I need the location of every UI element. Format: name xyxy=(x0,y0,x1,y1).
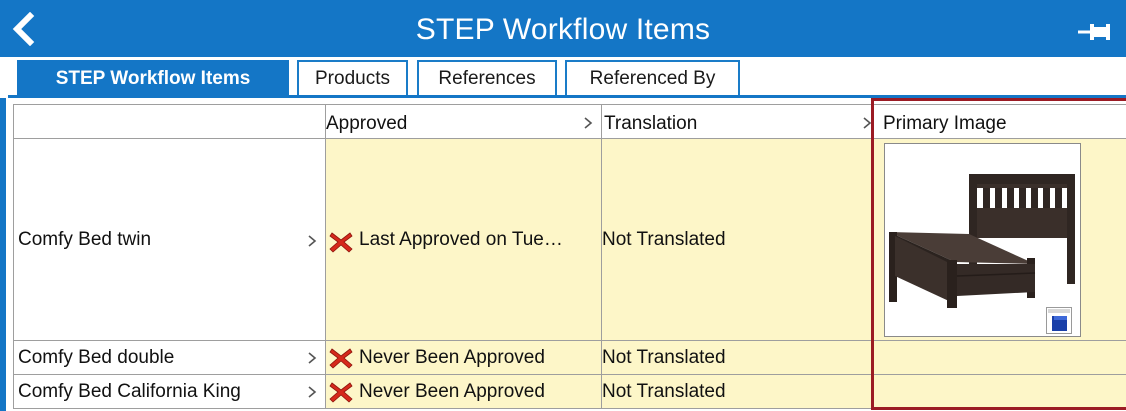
error-x-icon xyxy=(329,348,353,369)
translation-cell[interactable]: Not Translated xyxy=(602,139,873,341)
header-name xyxy=(13,104,326,139)
tab-step-workflow-items[interactable]: STEP Workflow Items xyxy=(17,60,289,95)
highlight-frame xyxy=(871,98,1126,410)
title-bar: STEP Workflow Items xyxy=(0,0,1126,57)
approved-cell[interactable]: Never Been Approved xyxy=(326,375,602,409)
pin-icon xyxy=(1078,24,1110,40)
tab-references[interactable]: References xyxy=(417,60,557,95)
table-row-name[interactable]: Comfy Bed double xyxy=(13,341,326,375)
table-row-name[interactable]: Comfy Bed twin xyxy=(13,139,326,341)
translation-cell[interactable]: Not Translated xyxy=(602,375,873,409)
approved-status-text: Last Approved on Tue… xyxy=(359,229,563,250)
translation-cell[interactable]: Not Translated xyxy=(602,341,873,375)
translation-status-text: Not Translated xyxy=(602,229,726,250)
tab-products[interactable]: Products xyxy=(297,60,408,95)
approved-status-text: Never Been Approved xyxy=(359,347,545,368)
chevron-right-icon[interactable] xyxy=(307,385,317,399)
approved-status-text: Never Been Approved xyxy=(359,381,545,402)
chevron-right-icon xyxy=(584,117,593,129)
row-name-label: Comfy Bed double xyxy=(18,347,175,368)
window-title: STEP Workflow Items xyxy=(415,13,711,46)
header-approved-label: Approved xyxy=(326,113,408,134)
header-approved[interactable]: Approved xyxy=(326,104,602,139)
error-x-icon xyxy=(329,382,353,403)
header-translation[interactable]: Translation xyxy=(602,104,873,139)
row-name-label: Comfy Bed California King xyxy=(18,381,241,402)
error-x-icon xyxy=(329,232,353,253)
row-name-label: Comfy Bed twin xyxy=(18,229,152,250)
approved-cell[interactable]: Last Approved on Tue… xyxy=(326,139,602,341)
chevron-right-icon[interactable] xyxy=(307,351,317,365)
window-left-border xyxy=(0,57,6,411)
translation-status-text: Not Translated xyxy=(602,381,726,402)
tab-referenced-by[interactable]: Referenced By xyxy=(565,60,740,95)
translation-status-text: Not Translated xyxy=(602,347,726,368)
header-translation-label: Translation xyxy=(604,113,698,134)
chevron-right-icon[interactable] xyxy=(307,234,317,248)
pin-button[interactable] xyxy=(1076,22,1116,42)
table-row-name[interactable]: Comfy Bed California King xyxy=(13,375,326,409)
tab-strip: STEP Workflow Items Products References … xyxy=(0,57,1126,98)
approved-cell[interactable]: Never Been Approved xyxy=(326,341,602,375)
